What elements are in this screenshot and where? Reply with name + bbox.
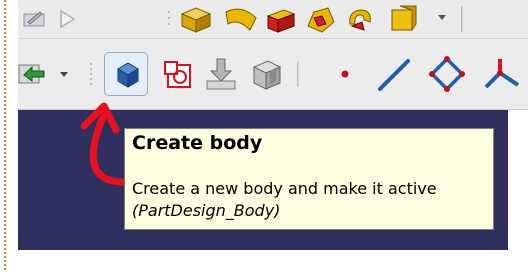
import-icon[interactable] — [204, 57, 238, 91]
dropdown-arrow-icon[interactable] — [436, 12, 448, 22]
plane-icon[interactable] — [428, 55, 466, 93]
bottom-panel — [18, 250, 528, 279]
create-body-icon — [117, 62, 139, 88]
separator-icon — [461, 6, 463, 32]
loft-icon[interactable] — [304, 4, 338, 34]
dropdown-arrow-icon[interactable] — [58, 69, 70, 79]
coordinate-system-icon[interactable] — [480, 55, 522, 93]
play-icon[interactable] — [56, 8, 78, 30]
separator-icon — [90, 63, 92, 85]
separator-icon — [168, 11, 170, 25]
pad-icon[interactable] — [264, 4, 298, 34]
separator-icon — [297, 61, 299, 87]
box-icon[interactable] — [178, 4, 214, 34]
switch-workbench-icon[interactable] — [18, 57, 48, 87]
part-toolbar — [18, 0, 528, 39]
cube-icon[interactable] — [386, 4, 420, 34]
tooltip: Create body Create a new body and make i… — [124, 128, 494, 230]
tooltip-title: Create body — [132, 132, 263, 154]
tooltip-description: Create a new body and make it active — [132, 179, 437, 198]
create-body-button[interactable] — [104, 52, 148, 96]
tooltip-command: (PartDesign_Body) — [132, 201, 281, 220]
sweep-icon[interactable] — [224, 4, 258, 34]
right-panel-edge — [508, 110, 528, 250]
clone-icon[interactable] — [250, 57, 284, 91]
line-icon[interactable] — [376, 57, 412, 93]
revolve-icon[interactable] — [344, 4, 378, 34]
edit-icon[interactable] — [22, 8, 46, 28]
create-sketch-icon[interactable] — [162, 59, 194, 91]
point-icon[interactable] — [340, 69, 350, 79]
window-edge — [4, 0, 6, 270]
freecad-window: Create body Create a new body and make i… — [0, 0, 528, 279]
